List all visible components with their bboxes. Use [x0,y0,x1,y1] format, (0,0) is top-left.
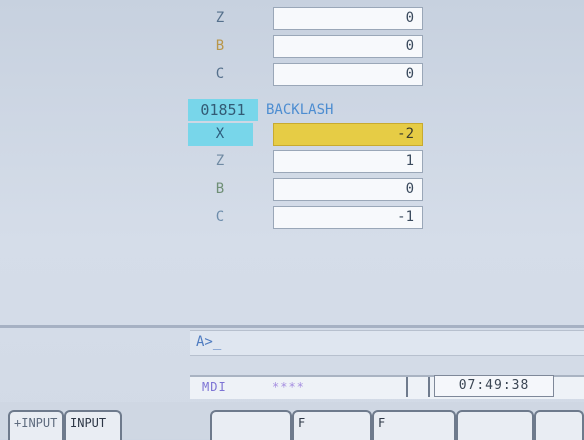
param-value-field[interactable]: -1 [273,206,423,229]
softkey-blank[interactable] [456,410,534,440]
axis-label: Z [215,153,225,169]
axis-label: B [215,181,225,197]
cnc-screen: Z 0 B 0 C 0 01851 BACKLASH X -2 Z 1 B 0 … [0,0,584,440]
parameter-number: 01851 [188,99,258,121]
axis-label: Z [215,10,225,26]
mode-indicator: MDI [202,380,227,394]
status-bar: MDI **** 07:49:38 [190,375,584,399]
command-line[interactable]: A>_ [190,330,584,356]
softkey-blank[interactable] [210,410,292,440]
section-divider [0,325,584,328]
param-row: B 0 [0,35,584,58]
command-prompt: A>_ [196,334,222,350]
softkey-label: F [378,416,386,430]
axis-label: B [215,38,225,54]
axis-label: X [215,126,225,142]
param-row: C 0 [0,63,584,86]
status-separator [406,377,408,397]
softkey-f2[interactable]: F [372,410,456,440]
parameter-name: BACKLASH [266,102,334,118]
status-separator [428,377,430,397]
param-row: B 0 [0,178,584,201]
param-row-selected[interactable]: X -2 [0,123,584,146]
softkey-blank[interactable] [534,410,584,440]
param-row: C -1 [0,206,584,229]
param-value-field[interactable]: 1 [273,150,423,173]
softkey-f1[interactable]: F [292,410,372,440]
param-row: Z 0 [0,7,584,30]
param-value-field[interactable]: 0 [273,63,423,86]
softkey-plus-input[interactable]: +INPUT [8,410,64,440]
axis-label: C [215,66,225,82]
param-row: Z 1 [0,150,584,173]
softkey-label: INPUT [70,416,107,430]
param-value-field-selected[interactable]: -2 [273,123,423,146]
status-stars: **** [272,380,305,394]
axis-label: C [215,209,225,225]
param-value-field[interactable]: 0 [273,35,423,58]
param-value-field[interactable]: 0 [273,7,423,30]
softkey-label: +INPUT [14,416,58,430]
softkey-input[interactable]: INPUT [64,410,122,440]
softkey-label: F [298,416,306,430]
clock: 07:49:38 [434,375,554,397]
param-value-field[interactable]: 0 [273,178,423,201]
softkey-bar: +INPUT INPUT F F [0,402,584,440]
